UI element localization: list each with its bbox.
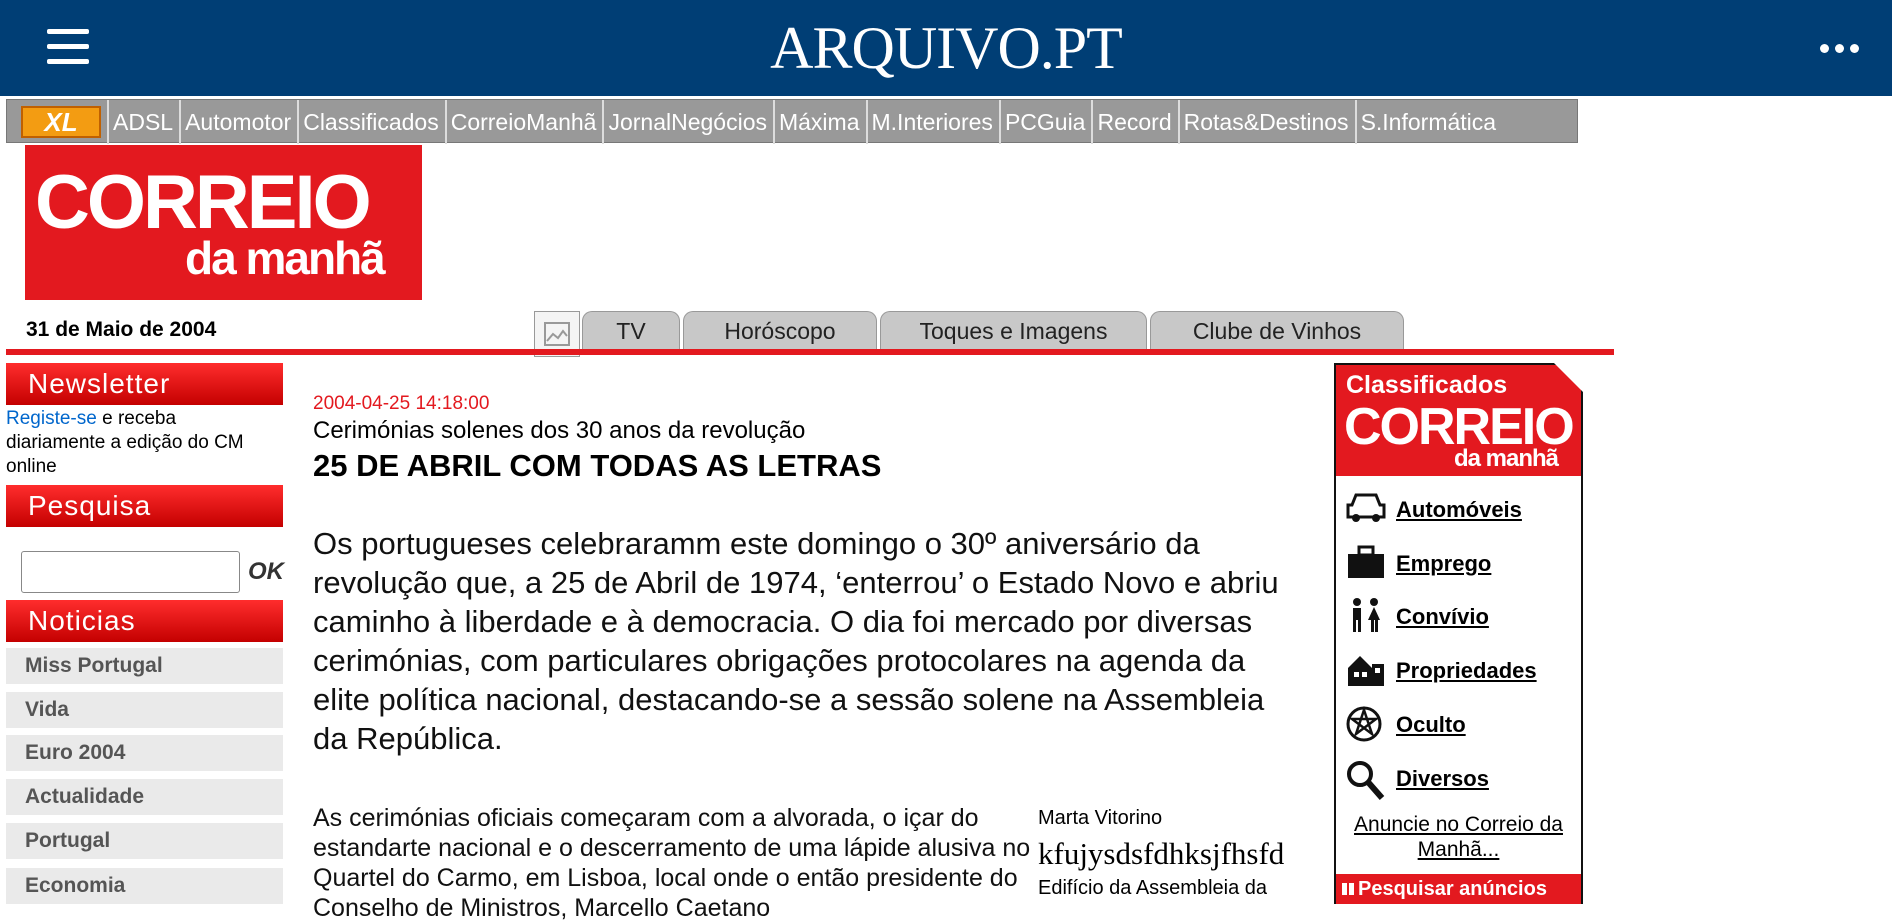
article-lead: Os portugueses celebraramm este domingo … <box>313 526 1279 756</box>
register-link[interactable]: Registe-se <box>6 408 97 429</box>
classified-emprego[interactable]: Emprego <box>1346 543 1576 583</box>
people-icon <box>1353 598 1380 632</box>
article-subtitle: Cerimónias solenes dos 30 anos da revolu… <box>313 417 806 444</box>
classified-automoveis[interactable]: Automóveis <box>1346 489 1576 529</box>
edition-date: 31 de Maio de 2004 <box>26 318 217 341</box>
correio-da-manha-logo[interactable]: CORREIO da manhã <box>25 145 422 300</box>
photo-alt-text: kfujysdsfdhksjfhsfd <box>1038 836 1285 871</box>
article-timestamp: 2004-04-25 14:18:00 <box>313 393 490 414</box>
pentagram-icon <box>1346 706 1382 742</box>
classifieds-box: Classificados CORREIO da manhã Automóvei… <box>1334 363 1583 904</box>
archive-logo[interactable]: ARQUIVO.PT <box>0 14 1892 83</box>
announce-link[interactable]: Anuncie no Correio da Manhã... <box>1336 812 1581 862</box>
tab-toques-e-imagens[interactable]: Toques e Imagens <box>880 311 1147 349</box>
tab-tv[interactable]: TV <box>582 311 680 349</box>
nav-euro-2004[interactable]: Euro 2004 <box>6 735 283 771</box>
newsletter-heading: Newsletter <box>6 363 283 405</box>
classified-oculto[interactable]: Oculto <box>1346 704 1576 744</box>
tab-clube-de-vinhos[interactable]: Clube de Vinhos <box>1150 311 1404 349</box>
site-link-correiomanha[interactable]: CorreioManhã <box>444 100 603 144</box>
classified-diversos[interactable]: Diversos <box>1346 758 1576 800</box>
nav-portugal[interactable]: Portugal <box>6 823 283 859</box>
classifieds-logo[interactable]: Classificados CORREIO da manhã <box>1336 363 1583 476</box>
site-link-sinformatica[interactable]: S.Informática <box>1354 100 1503 144</box>
site-link-pcguia[interactable]: PCGuia <box>998 100 1092 144</box>
newsletter-text: Registe-se e receba diariamente a edição… <box>6 408 244 477</box>
site-link-minteriores[interactable]: M.Interiores <box>865 100 999 144</box>
grid-icon <box>1342 883 1354 895</box>
briefcase-icon <box>1348 545 1384 578</box>
site-link-record[interactable]: Record <box>1091 100 1177 144</box>
search-heading: Pesquisa <box>6 485 283 527</box>
network-sites-bar: XL ADSL Automotor Classificados CorreioM… <box>6 99 1578 144</box>
photo-caption: Edifício da Assembleia da <box>1038 877 1268 899</box>
site-link-adsl[interactable]: ADSL <box>107 100 179 144</box>
site-link-automotor[interactable]: Automotor <box>179 100 297 144</box>
site-link-rotas-destinos[interactable]: Rotas&Destinos <box>1177 100 1355 144</box>
archive-header: ARQUIVO.PT <box>0 0 1892 96</box>
site-link-jornalnegocios[interactable]: JornalNegócios <box>602 100 773 144</box>
article-body: As cerimónias oficiais começaram com a a… <box>313 804 1031 922</box>
classified-convivio[interactable]: Convívio <box>1346 596 1576 636</box>
article-headline: 25 DE ABRIL COM TODAS AS LETRAS <box>313 448 882 483</box>
nav-actualidade[interactable]: Actualidade <box>6 779 283 815</box>
tab-horoscopo[interactable]: Horóscopo <box>683 311 877 349</box>
photo-credit: Marta Vitorino <box>1038 807 1163 829</box>
xl-logo[interactable]: XL <box>21 106 101 138</box>
search-ads-button[interactable]: Pesquisar anúncios <box>1336 874 1581 904</box>
house-icon <box>1348 656 1384 686</box>
nav-miss-portugal[interactable]: Miss Portugal <box>6 648 283 684</box>
site-link-classificados[interactable]: Classificados <box>297 100 445 144</box>
search-ok-button[interactable]: OK <box>248 558 284 586</box>
section-tabs: TV Horóscopo Toques e Imagens Clube de V… <box>582 311 1407 349</box>
nav-vida[interactable]: Vida <box>6 692 283 728</box>
nav-economia[interactable]: Economia <box>6 868 283 904</box>
site-link-maxima[interactable]: Máxima <box>772 100 866 144</box>
car-icon <box>1346 493 1386 522</box>
header-divider <box>6 349 1614 355</box>
magnifier-icon <box>1347 761 1385 800</box>
search-input[interactable] <box>21 551 240 593</box>
news-heading: Noticias <box>6 600 283 642</box>
more-options-icon[interactable] <box>1820 40 1870 56</box>
classified-propriedades[interactable]: Propriedades <box>1346 650 1576 690</box>
